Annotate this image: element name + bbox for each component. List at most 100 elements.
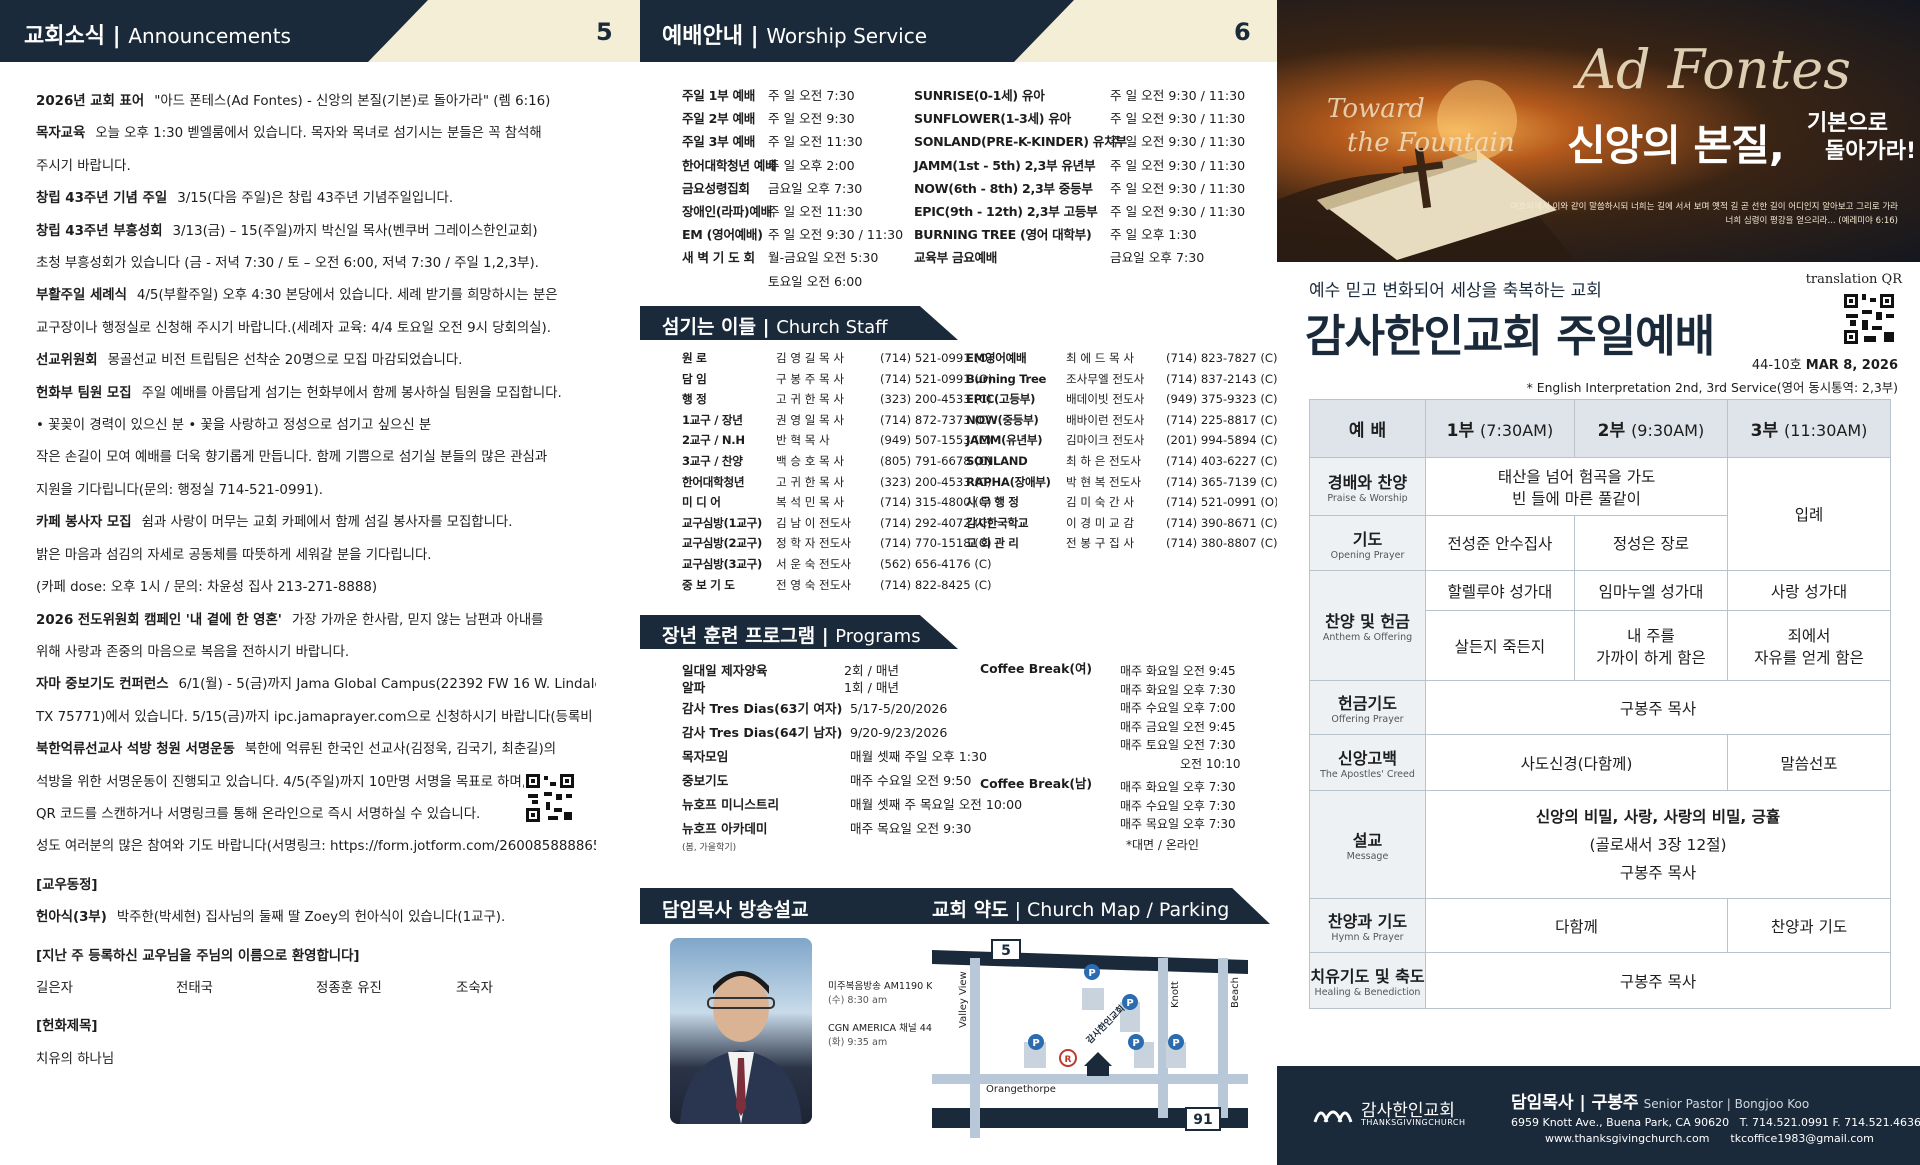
worship-schedule-adult: 주일 1부 예배 주 일 오전 7:30 주일 2부 예배 주 일 오전 9:30 주일…	[682, 84, 903, 293]
schedule-row: SONLAND 최 하 은 전도사 (714) 403-6227 (C)	[966, 451, 1277, 472]
hymn-1: 다함께	[1424, 898, 1729, 953]
schedule-cell: NOW(중등부)	[966, 412, 1039, 427]
announcement-line: 성도 여러분의 많은 참여와 기도 바랍니다(서명링크: https://for…	[36, 831, 596, 863]
worship-schedule-youth: SUNRISE(0-1세) 유아 주 일 오전 9:30 / 11:30 SUNFL…	[914, 84, 1250, 270]
schedule-cell: EPIC(고등부)	[966, 392, 1036, 407]
issue-date: 44-10호 MAR 8, 2026	[1752, 354, 1898, 373]
schedule-row: 한어대학청년 예배 주 일 오후 2:00	[682, 154, 898, 177]
schedule-row: 교 회 관 리 전 봉 구 집 사 (714) 380-8807 (C)	[966, 533, 1277, 554]
program-time: 9/20-9/23/2026	[850, 724, 948, 740]
schedule-row: 중 보 기 도 전 영 숙 전도사 (714) 822-8425 (C)	[682, 575, 992, 596]
dongjung-key: 헌아식(3부)	[36, 910, 107, 926]
creed-label: 신앙고백 The Apostles' Creed	[1309, 734, 1426, 791]
program-row: 중보기도 매주 수요일 오전 9:50	[682, 768, 1022, 792]
schedule-row: 교구심방(2교구) 정 학 자 전도사 (714) 770-1518 (C)	[682, 533, 992, 554]
praise-song-1: 태산을 넘어 험곡을 가도	[1497, 467, 1656, 486]
programs-title: 장년 훈련 프로그램	[662, 625, 816, 647]
announcement-line: 헌화부 팀원 모집 주일 예배를 아름답게 섬기는 헌화부에서 함께 봉사하실 팀…	[36, 378, 596, 410]
healing-label: 치유기도 및 축도 Healing & Benediction	[1309, 952, 1426, 1009]
program-name: 목자모임	[682, 748, 729, 764]
slogan-main: 신앙의 본질,	[1567, 121, 1785, 170]
schedule-cell: (562) 656-4176 (C)	[880, 556, 992, 571]
schedule-row: 원 로김 영 길 목 사 (714) 521-0991 (O)	[682, 348, 993, 369]
announcement-line: 위해 사랑과 존중의 마음으로 복음을 전하시기 바랍니다.	[36, 637, 596, 669]
schedule-row: 미 디 어복 석 민 목 사 (714) 315-4800 (C)	[682, 492, 992, 513]
schedule-row: 한어대학청년 고 귀 한 목 사 (323) 200-4533 (C)	[682, 472, 992, 493]
praise-songs: 태산을 넘어 험곡을 가도빈 들에 마른 풀같이	[1424, 457, 1729, 516]
cb-men-time: 매주 목요일 오후 7:30	[1120, 817, 1236, 832]
schedule-row: BURNING TREE (영어 대학부) 주 일 오후 1:30	[914, 223, 1250, 246]
announcement-key: 창립 43주년 부흥성회	[36, 223, 163, 239]
praise-e: Praise & Worship	[1327, 493, 1408, 504]
schedule-cell: JAMM(유년부)	[966, 433, 1043, 448]
pastor-photo	[670, 938, 812, 1124]
map-beach: Beach	[1230, 977, 1241, 1008]
dongjung-line: 헌아식(3부) 박주한(박세현) 집사님의 둘째 딸 Zoey의 헌아식이 있습니…	[36, 902, 596, 934]
announcement-line: 북한억류선교사 석방 청원 서명운동 북한에 억류된 한국인 선교사(김정욱, 김…	[36, 734, 596, 766]
church-map[interactable]: 5 91 Valley View Knott Beach Orangethorp…	[932, 938, 1248, 1138]
schedule-cell: RAPHA(장애부)	[966, 474, 1051, 489]
schedule-cell: 최 하 은 전도사	[1066, 453, 1142, 468]
schedule-cell: 1교구 / 장년	[682, 412, 743, 427]
program-name: 감사 Tres Dias(63기 여자)	[682, 700, 843, 716]
svg-text:P: P	[1088, 968, 1095, 979]
petition-qr-code[interactable]	[524, 772, 576, 824]
schedule-cell: 전 영 숙 전도사	[776, 577, 852, 592]
announcement-text: QR 코드를 스캔하거나 서명링크를 통해 온라인으로 즉시 서명하실 수 있습…	[36, 806, 481, 822]
praise-k: 경배와 찬양	[1327, 473, 1408, 492]
program-list: 일대일 제자양육 2회 / 매년 알파 1회 / 매년 감사 Tres Dias(63기…	[682, 662, 1022, 857]
schedule-cell: 주 일 오전 9:30 / 11:30	[1110, 88, 1246, 103]
schedule-cell: 금요일 오후 7:30	[768, 180, 863, 196]
schedule-cell: 장애인(라파)예배	[682, 204, 772, 220]
schedule-cell: 구 봉 주 목 사	[776, 371, 845, 386]
schedule-cell: 주일 1부 예배	[682, 88, 756, 103]
schedule-cell: 금요일 오후 7:30	[1110, 250, 1205, 266]
schedule-cell: 사 무 행 정	[966, 495, 1019, 510]
page-number-6: 6	[1234, 18, 1251, 46]
prayer-2: 정성은 장로	[1573, 515, 1729, 571]
schedule-cell: EPIC(9th - 12th) 2,3부 고등부	[914, 204, 1098, 220]
footer-web[interactable]: www.thanksgivingchurch.com	[1545, 1132, 1709, 1145]
schedule-row: 행 정고 귀 한 목 사 (323) 200-4533 (C)	[682, 389, 992, 410]
schedule-row: 교구심방(3교구) 서 운 숙 전도사 (562) 656-4176 (C)	[682, 554, 992, 575]
procession: 입례	[1727, 457, 1891, 571]
schedule-cell: 한어대학청년	[682, 474, 745, 489]
schedule-cell: 주 일 오전 9:30 / 11:30	[1110, 157, 1246, 173]
announcement-line: 자마 중보기도 컨퍼런스 6/1(월) - 5(금)까지 Jama Global …	[36, 669, 596, 701]
announcement-text: • 꽃꽂이 경력이 있으신 분 • 꽃을 사랑하고 정성으로 섬기고 싶으신 분	[36, 418, 432, 434]
schedule-cell: EM (영어예배)	[682, 227, 763, 243]
schedule-cell: 권 영 일 목 사	[776, 412, 845, 427]
schedule-cell: 교 회 관 리	[966, 536, 1019, 551]
cb-women-time: 매주 수요일 오후 7:00	[1120, 701, 1236, 716]
schedule-cell: (949) 375-9323 (C)	[1166, 392, 1277, 407]
issue-vol: 44-10호	[1751, 358, 1802, 373]
page-number: 5	[596, 18, 613, 46]
schedule-cell: 복 석 민 목 사	[776, 495, 845, 510]
announcement-line: 창립 43주년 기념 주일 3/15(다음 주일)은 창립 43주년 기념주일입니…	[36, 183, 596, 215]
healing-k: 치유기도 및 축도	[1310, 967, 1425, 986]
program-row: 감사 Tres Dias(63기 여자) 5/17-5/20/2026	[682, 696, 1022, 720]
footer-web-row: www.thanksgivingchurch.com tkcoffice1983…	[1545, 1132, 1874, 1145]
announcement-text: 석방을 위한 서명운동이 진행되고 있습니다. 4/5(주일)까지 10만명 서…	[36, 774, 527, 790]
schedule-cell: 김 미 숙 간 사	[1066, 495, 1135, 510]
welcome-name: 전태국	[176, 980, 213, 996]
tv-station: CGN AMERICA 채널 44.9	[828, 1023, 942, 1034]
anthem-k: 찬양 및 헌금	[1325, 612, 1410, 631]
program-note: *대면 / 온라인	[1126, 838, 1199, 852]
schedule-cell: 토요일 오전 6:00	[768, 273, 863, 289]
announcement-line: 지원을 기다립니다(문의: 행정실 714-521-0991).	[36, 475, 596, 507]
footer-phone: T. 714.521.0991 F. 714.521.4636	[1739, 1116, 1920, 1129]
schedule-cell: 서 운 숙 전도사	[776, 556, 852, 571]
praise-song-2: 빈 들에 마른 풀같이	[1512, 489, 1641, 508]
program-name: 감사 Tres Dias(64기 남자)	[682, 724, 843, 740]
translation-qr-code[interactable]	[1842, 292, 1896, 346]
schedule-row: 2교구 / N.H 반 혁 목 사 (949) 507-1553 (C)	[682, 430, 992, 451]
footer-email[interactable]: tkcoffice1983@gmail.com	[1730, 1132, 1873, 1145]
toward-fountain: Toward the Fountain	[1327, 92, 1515, 160]
welcome-name: 조숙자	[456, 980, 493, 996]
announcements-header: 교회소식 | Announcements 5	[0, 0, 640, 62]
schedule-cell: 반 혁 목 사	[776, 433, 830, 448]
footer-address-row: 6959 Knott Ave., Buena Park, CA 90620 T.…	[1511, 1116, 1920, 1129]
program-row: 알파 1회 / 매년	[682, 679, 1022, 696]
announcement-line: 2026년 교회 표어 "아드 폰테스(Ad Fontes) - 신앙의 본질(기…	[36, 86, 596, 118]
